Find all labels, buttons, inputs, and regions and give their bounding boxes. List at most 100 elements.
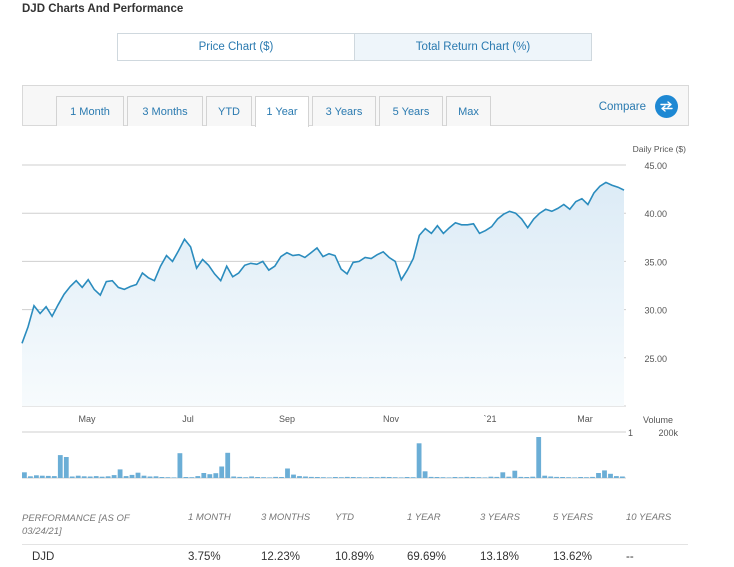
- volume-bar: [333, 477, 338, 478]
- col-1-month: 1 MONTH: [188, 512, 231, 523]
- compare-button[interactable]: Compare: [599, 95, 678, 118]
- volume-bar: [518, 476, 524, 478]
- performance-header: PERFORMANCE [as of 03/24/21] 1 MONTH 3 M…: [22, 508, 688, 544]
- x-tick-label: Mar: [577, 414, 593, 424]
- volume-bar: [57, 455, 63, 478]
- volume-bar: [608, 473, 613, 478]
- performance-table: PERFORMANCE [as of 03/24/21] 1 MONTH 3 M…: [22, 508, 688, 567]
- range-5-years-button[interactable]: 5 Years: [379, 96, 443, 126]
- volume-bar: [512, 470, 518, 478]
- volume-tick-mark: 1: [628, 428, 633, 438]
- volume-bar: [261, 477, 266, 478]
- volume-bar: [207, 474, 213, 478]
- volume-bar: [506, 476, 512, 478]
- col-5-years: 5 YEARS: [553, 512, 593, 523]
- volume-bar: [279, 477, 284, 478]
- volume-bar: [63, 457, 69, 478]
- volume-bar: [578, 477, 583, 478]
- volume-bar: [500, 472, 506, 478]
- range-3-years-button[interactable]: 3 Years: [312, 96, 376, 126]
- volume-axis-label: Volume: [643, 415, 673, 425]
- volume-bar: [434, 477, 440, 478]
- range-max-button[interactable]: Max: [446, 96, 491, 126]
- volume-bar: [428, 476, 434, 478]
- volume-bar: [273, 476, 278, 478]
- volume-bar: [195, 476, 201, 478]
- volume-bar: [590, 476, 595, 478]
- total-return-chart-toggle[interactable]: Total Return Chart (%): [355, 33, 592, 61]
- volume-bar: [596, 473, 601, 478]
- volume-bar: [255, 477, 260, 478]
- value-1-month: 3.75%: [188, 551, 221, 563]
- volume-tick-label: 200k: [658, 428, 678, 438]
- compare-label: Compare: [598, 100, 646, 113]
- volume-bar: [34, 475, 39, 478]
- volume-bar: [620, 476, 625, 478]
- volume-bar: [81, 476, 87, 478]
- volume-bar: [327, 477, 332, 478]
- time-range-bar: 1 Month 3 Months YTD 1 Year 3 Years 5 Ye…: [22, 85, 689, 127]
- volume-bar: [129, 474, 135, 478]
- volume-bar: [614, 476, 619, 478]
- volume-bar: [344, 476, 350, 478]
- price-area: [22, 182, 624, 406]
- volume-bar: [75, 475, 81, 478]
- volume-bar: [243, 477, 249, 478]
- volume-bar: [285, 468, 290, 478]
- volume-bar: [171, 477, 177, 478]
- col-ytd: YTD: [335, 512, 354, 523]
- col-3-months: 3 MONTHS: [261, 512, 311, 523]
- x-tick-label: Sep: [279, 414, 295, 424]
- x-tick-label: Nov: [383, 414, 400, 424]
- volume-bar: [99, 476, 105, 478]
- value-3-years: 13.18%: [480, 551, 520, 563]
- page-title: DJD Charts And Performance: [22, 3, 184, 15]
- value-10-years: --: [626, 551, 634, 563]
- volume-bar: [530, 476, 536, 478]
- volume-bar: [482, 477, 488, 478]
- volume-bar: [201, 473, 207, 478]
- volume-bar: [548, 476, 554, 478]
- volume-bar: [189, 477, 195, 478]
- volume-bar: [225, 452, 231, 478]
- volume-bar: [321, 477, 326, 478]
- range-3-months-button[interactable]: 3 Months: [127, 96, 203, 126]
- volume-bar: [117, 469, 123, 478]
- volume-bar: [446, 477, 452, 478]
- volume-bar: [362, 477, 368, 478]
- volume-bar: [542, 475, 548, 478]
- volume-bar: [339, 477, 344, 478]
- volume-bar: [297, 476, 302, 478]
- volume-bar: [28, 476, 33, 478]
- volume-bar: [452, 477, 458, 478]
- volume-bar: [368, 477, 374, 478]
- value-3-months: 12.23%: [261, 551, 301, 563]
- volume-bar: [22, 472, 27, 478]
- price-chart-toggle[interactable]: Price Chart ($): [117, 33, 355, 61]
- volume-bar: [51, 476, 57, 478]
- volume-bar: [440, 477, 446, 478]
- volume-bar: [111, 475, 117, 478]
- volume-bar: [350, 477, 356, 478]
- volume-bar: [386, 477, 392, 478]
- volume-bar: [416, 443, 422, 478]
- volume-bar: [219, 466, 225, 478]
- price-tick-label: 40.00: [644, 209, 667, 219]
- range-ytd-button[interactable]: YTD: [206, 96, 252, 126]
- volume-bar: [69, 476, 75, 478]
- range-1-month-button[interactable]: 1 Month: [56, 96, 124, 126]
- volume-bar: [147, 476, 153, 478]
- volume-bar: [267, 477, 272, 478]
- volume-bar: [123, 476, 129, 478]
- volume-bar: [153, 476, 159, 478]
- volume-bar: [213, 473, 219, 478]
- volume-bar: [488, 476, 494, 478]
- price-tick-label: 35.00: [644, 257, 667, 267]
- volume-bar: [309, 476, 314, 478]
- table-row: DJD 3.75% 12.23% 10.89% 69.69% 13.18% 13…: [22, 544, 688, 567]
- swap-arrows-icon: [655, 95, 678, 118]
- volume-bar: [458, 477, 464, 478]
- range-1-year-button[interactable]: 1 Year: [255, 96, 309, 127]
- volume-bar: [554, 476, 559, 478]
- price-tick-label: 25.00: [644, 354, 667, 364]
